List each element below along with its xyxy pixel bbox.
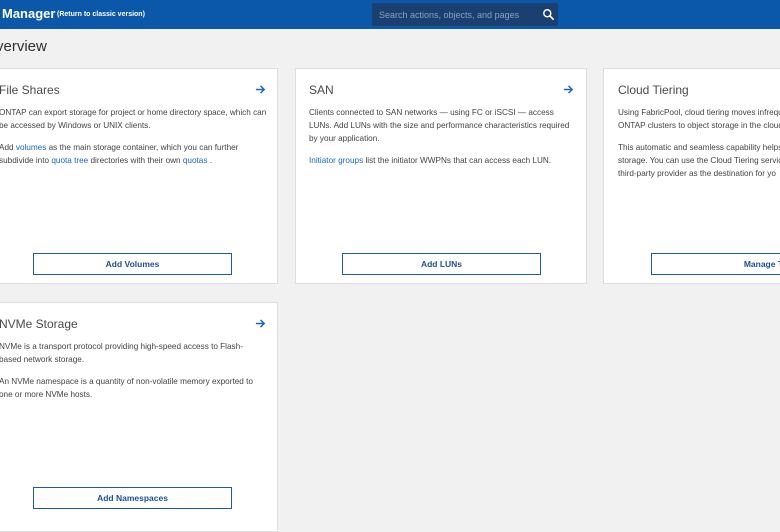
- volumes-link[interactable]: volumes: [16, 143, 47, 152]
- card-paragraph: Using FabricPool, cloud tiering moves in…: [618, 108, 780, 130]
- card-paragraph: Initiator groups list the initiator WWPN…: [309, 154, 571, 167]
- card-paragraph: An NVMe namespace is a quantity of non-v…: [0, 377, 253, 399]
- quotas-link[interactable]: quotas: [183, 156, 208, 165]
- text: directories with their own: [88, 156, 183, 165]
- global-search: [372, 3, 558, 26]
- card-title: SAN: [309, 83, 334, 97]
- card-description: NVMe is a transport protocol providing h…: [0, 340, 265, 410]
- arrow-right-icon[interactable]: [563, 84, 574, 95]
- search-input[interactable]: [372, 3, 532, 26]
- arrow-right-icon[interactable]: [255, 318, 266, 329]
- text: list the initiator WWPNs that can access…: [363, 156, 552, 165]
- top-header-bar: Manager (Return to classic version): [0, 0, 780, 29]
- add-namespaces-button[interactable]: Add Namespaces: [33, 487, 232, 509]
- card-cloud-tiering: Cloud Tiering Using FabricPool, cloud ti…: [603, 68, 780, 284]
- text: Add: [0, 143, 16, 152]
- card-san: SAN Clients connected to SAN networks — …: [295, 68, 587, 284]
- add-luns-button[interactable]: Add LUNs: [342, 253, 541, 275]
- card-title: File Shares: [0, 83, 60, 97]
- add-volumes-button[interactable]: Add Volumes: [33, 253, 232, 275]
- card-paragraph: Add volumes as the main storage containe…: [0, 141, 269, 167]
- card-paragraph: This automatic and seamless capability h…: [618, 143, 780, 178]
- card-paragraph: ONTAP can export storage for project or …: [0, 108, 267, 130]
- card-file-shares: File Shares ONTAP can export storage for…: [0, 68, 278, 284]
- card-description: Using FabricPool, cloud tiering moves in…: [618, 106, 780, 189]
- search-icon[interactable]: [542, 8, 555, 21]
- card-nvme-storage: NVMe Storage NVMe is a transport protoco…: [0, 302, 278, 532]
- text: .: [207, 156, 213, 165]
- card-title: NVMe Storage: [0, 317, 78, 331]
- initiator-groups-link[interactable]: Initiator groups: [309, 156, 363, 165]
- card-description: Clients connected to SAN networks — usin…: [309, 106, 571, 176]
- arrow-right-icon[interactable]: [255, 84, 266, 95]
- card-paragraph: NVMe is a transport protocol providing h…: [0, 342, 243, 364]
- page-title: verview: [0, 38, 47, 55]
- card-paragraph: Clients connected to SAN networks — usin…: [309, 108, 570, 143]
- quota-tree-link[interactable]: quota tree: [51, 156, 88, 165]
- card-description: ONTAP can export storage for project or …: [0, 106, 269, 176]
- manage-tiers-button[interactable]: Manage Tiers: [651, 253, 780, 275]
- app-title: Manager: [2, 6, 56, 21]
- return-to-classic-link[interactable]: (Return to classic version): [57, 11, 145, 18]
- card-title: Cloud Tiering: [618, 83, 689, 97]
